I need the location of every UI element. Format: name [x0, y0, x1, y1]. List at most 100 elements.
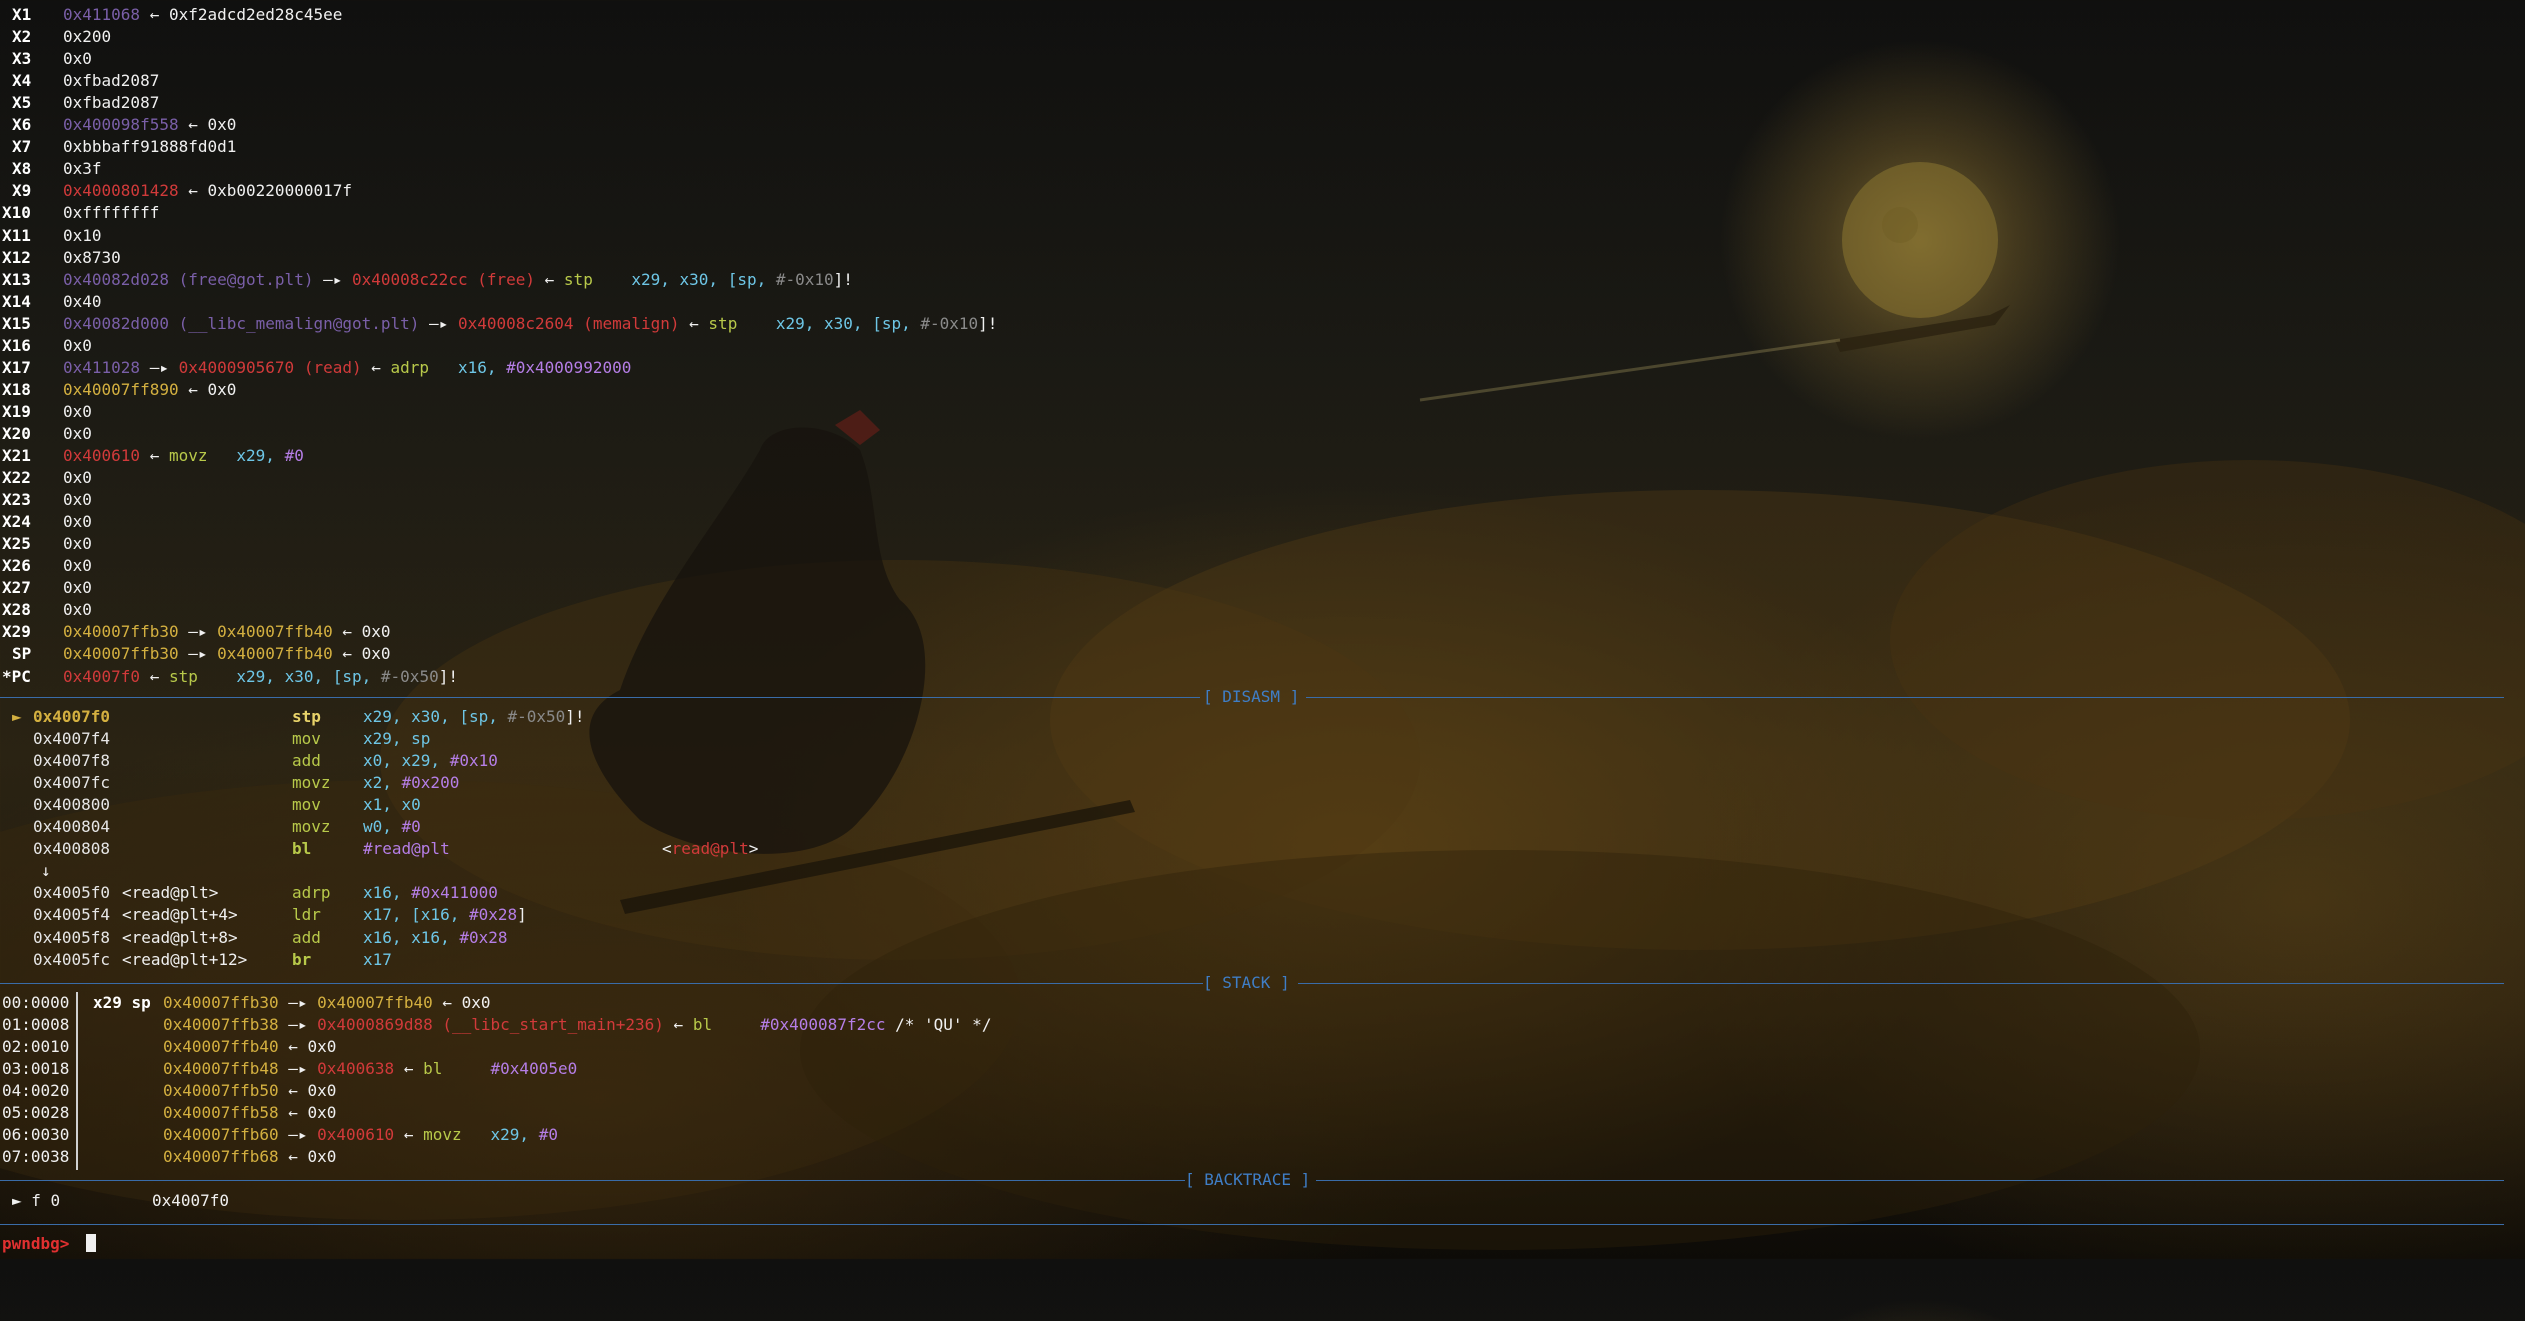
value-fragment — [442, 1059, 490, 1078]
register-value: 0x0 — [63, 48, 92, 70]
value-fragment: x29, — [207, 446, 285, 465]
value-fragment: x29, x30, [sp, — [592, 269, 776, 289]
value-fragment: x29, sp — [363, 729, 431, 749]
register-name: SP — [12, 644, 32, 664]
value-fragment: 0x40007ffb30 — [63, 644, 179, 664]
register-value: 0xffffffff — [63, 202, 159, 224]
value-fragment: 0x40007ffb40 — [317, 993, 433, 1012]
register-name: X3 — [12, 49, 32, 69]
value-fragment: 0x400610 — [63, 446, 141, 465]
value-fragment: 0x0 — [63, 49, 92, 69]
register-value: 0x40082d000 (__libc_memalign@got.plt) —▸… — [63, 313, 997, 335]
register-name: X9 — [12, 181, 32, 201]
instruction-address: 0x4007f4 — [33, 729, 111, 749]
value-fragment: ← — [394, 1059, 424, 1079]
value-fragment: ← — [535, 269, 564, 289]
value-fragment: #0x4005e0 — [490, 1059, 578, 1079]
register-value: 0x40 — [63, 291, 102, 313]
register-name: X7 — [12, 137, 32, 157]
register-name: X10 — [2, 203, 31, 223]
value-fragment: #-0x50 — [507, 707, 566, 726]
instruction-operands: x17, [x16, #0x28] — [363, 904, 527, 926]
register-value: 0xfbad2087 — [63, 70, 159, 92]
register-value: 0x0 — [63, 511, 92, 533]
value-fragment: bl — [423, 1059, 443, 1079]
value-fragment: ← — [278, 1037, 308, 1057]
register-value: 0x400610 ← movz x29, #0 — [63, 445, 304, 467]
register-name: X12 — [2, 247, 31, 267]
register-name: X21 — [2, 446, 31, 465]
register-name: *PC — [2, 666, 31, 686]
value-fragment: ]! — [978, 313, 998, 333]
value-fragment: 0x0 — [307, 1037, 337, 1057]
value-fragment: #0 — [538, 1125, 558, 1145]
value-fragment: ← — [332, 622, 362, 642]
stack-value: 0x40007ffb60 —▸ 0x400610 ← movz x29, #0 — [163, 1124, 558, 1146]
register-value: 0xbbbaff91888fd0d1 — [63, 136, 236, 158]
register-name: X28 — [2, 600, 31, 620]
value-fragment: 0x0 — [63, 468, 92, 488]
instruction-address: 0x400808 — [33, 839, 111, 859]
command-prompt-line[interactable]: pwndbg> — [0, 1233, 96, 1255]
value-fragment: x2, — [363, 773, 402, 793]
instruction-address: 0x4007f0 — [33, 707, 111, 726]
instruction-mnemonic: mov — [292, 729, 321, 749]
register-name: X27 — [2, 578, 31, 598]
register-name: X25 — [2, 534, 31, 554]
value-fragment: —▸ — [278, 1125, 318, 1145]
value-fragment: ← — [178, 379, 208, 399]
value-fragment: x29, — [461, 1125, 539, 1145]
command-input[interactable] — [86, 1233, 96, 1255]
disasm-separator — [0, 697, 1200, 698]
register-value: 0x40082d028 (free@got.plt) —▸ 0x40008c22… — [63, 269, 853, 291]
stack-value: 0x40007ffb48 —▸ 0x400638 ← bl #0x4005e0 — [163, 1058, 577, 1080]
backtrace-title: [ BACKTRACE ] — [1185, 1170, 1311, 1189]
register-name: X23 — [2, 490, 31, 510]
value-fragment: 0x40008c2604 (memalign) — [457, 313, 680, 333]
register-name: X11 — [2, 225, 31, 245]
stack-offset: 00:0000 — [2, 993, 70, 1012]
stack-value: 0x40007ffb38 —▸ 0x4000869d88 (__libc_sta… — [163, 1014, 991, 1036]
value-fragment: movz — [423, 1125, 462, 1145]
value-fragment: ]! — [438, 666, 458, 686]
instruction-address: 0x4005f0 — [33, 883, 111, 903]
value-fragment: ← — [432, 993, 462, 1012]
stack-offset: 02:0010 — [2, 1037, 70, 1057]
instruction-operands: x17 — [363, 949, 392, 971]
value-fragment: ]! — [565, 707, 585, 726]
value-fragment: x29, x30, [sp, — [197, 666, 381, 686]
instruction-address: 0x4005fc — [33, 949, 111, 969]
value-fragment: /* 'QU' */ — [885, 1015, 992, 1035]
value-fragment: ← — [679, 313, 709, 333]
instruction-mnemonic: movz — [292, 773, 331, 793]
value-fragment: 0x0 — [63, 600, 92, 620]
text-cursor — [86, 1234, 96, 1252]
register-name: X20 — [2, 423, 31, 443]
value-fragment: ← — [140, 5, 169, 24]
register-value: 0x0 — [63, 599, 92, 621]
register-value: 0x10 — [63, 225, 102, 247]
value-fragment: movz — [168, 446, 208, 465]
value-fragment: #0x4000992000 — [506, 357, 632, 377]
register-name: X16 — [2, 335, 31, 355]
value-fragment: 0x0 — [63, 512, 92, 532]
register-name: X19 — [2, 401, 31, 421]
value-fragment: 0x40007ffb38 — [163, 1015, 279, 1035]
instruction-mnemonic: add — [292, 751, 321, 771]
value-fragment: ] — [517, 905, 527, 925]
register-value: 0x40007ffb30 —▸ 0x40007ffb40 ← 0x0 — [63, 643, 391, 665]
value-fragment — [712, 1015, 760, 1034]
branch-target-comment: <read@plt> — [662, 838, 758, 860]
register-value: 0x0 — [63, 335, 92, 357]
value-fragment: 0x411068 — [63, 5, 141, 24]
register-name: X15 — [2, 313, 31, 333]
register-value: 0x0 — [63, 467, 92, 489]
value-fragment: —▸ — [278, 1059, 318, 1079]
value-fragment: 0x0 — [307, 1147, 337, 1167]
value-fragment: x16, x16, — [363, 927, 460, 947]
register-name: X2 — [12, 27, 32, 47]
register-value: 0x0 — [63, 489, 92, 511]
register-value: 0x4000801428 ← 0xb00220000017f — [63, 180, 352, 202]
frame-address: 0x4007f0 — [152, 1191, 230, 1210]
value-fragment: 0x40 — [63, 291, 102, 311]
